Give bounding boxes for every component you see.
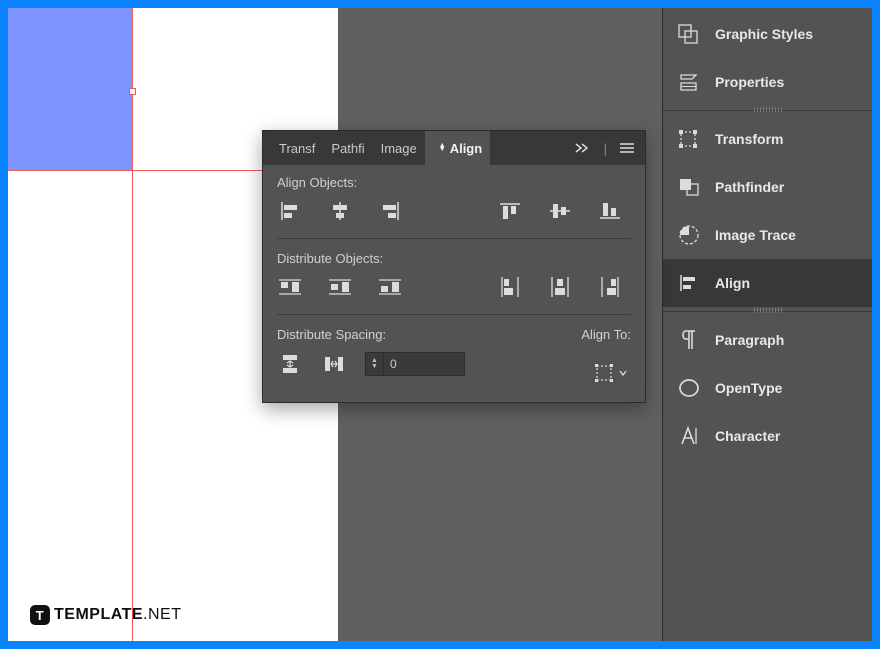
sidebar-divider xyxy=(663,311,872,312)
distribute-vcenter-button[interactable] xyxy=(327,276,353,298)
tab-label: Align xyxy=(450,141,483,156)
align-to-dropdown[interactable] xyxy=(591,362,631,384)
selection-handle[interactable] xyxy=(129,88,136,95)
divider xyxy=(277,238,631,239)
expand-panel-button[interactable] xyxy=(568,131,598,165)
tab-align[interactable]: ▲▼ Align xyxy=(425,131,490,165)
distribute-top-button[interactable] xyxy=(277,276,303,298)
tab-pathfinder[interactable]: Pathfi xyxy=(323,131,372,165)
opentype-icon xyxy=(677,376,701,400)
watermark: T TEMPLATE.NET xyxy=(30,605,181,625)
sidebar-item-graphic-styles[interactable]: Graphic Styles xyxy=(663,10,872,58)
properties-icon xyxy=(677,70,701,94)
updown-icon: ▲▼ xyxy=(439,144,446,152)
sidebar-item-pathfinder[interactable]: Pathfinder xyxy=(663,163,872,211)
sidebar-item-align[interactable]: Align xyxy=(663,259,872,307)
selected-object[interactable] xyxy=(8,8,133,170)
sidebar-label: Transform xyxy=(715,131,783,147)
character-icon xyxy=(677,424,701,448)
distribute-right-button[interactable] xyxy=(597,276,623,298)
transform-icon xyxy=(677,127,701,151)
tab-label: Transf xyxy=(279,141,315,156)
watermark-brand: TEMPLATE xyxy=(54,606,143,623)
sidebar-label: Character xyxy=(715,428,780,444)
section-label: Align Objects: xyxy=(277,175,631,190)
guide-vertical xyxy=(132,8,133,641)
align-icon xyxy=(677,271,701,295)
distribute-vspace-button[interactable] xyxy=(277,353,303,375)
sidebar-label: Pathfinder xyxy=(715,179,784,195)
align-top-button[interactable] xyxy=(497,200,523,222)
align-objects-section: Align Objects: xyxy=(263,165,645,236)
tab-image-trace[interactable]: Image xyxy=(373,131,425,165)
distribute-bottom-button[interactable] xyxy=(377,276,403,298)
watermark-badge: T xyxy=(30,605,50,625)
sidebar-item-character[interactable]: Character xyxy=(663,412,872,460)
sidebar-item-opentype[interactable]: OpenType xyxy=(663,364,872,412)
spacing-value: 0 xyxy=(384,357,403,371)
watermark-suffix: .NET xyxy=(143,606,181,623)
stepper-icon[interactable]: ▲▼ xyxy=(366,353,384,375)
align-left-button[interactable] xyxy=(277,200,303,222)
distribute-hspace-button[interactable] xyxy=(321,353,347,375)
sidebar-label: OpenType xyxy=(715,380,782,396)
distribute-hcenter-button[interactable] xyxy=(547,276,573,298)
distribute-spacing-section: Distribute Spacing: ▲▼ 0 xyxy=(277,327,507,376)
sidebar-item-image-trace[interactable]: Image Trace xyxy=(663,211,872,259)
align-vcenter-button[interactable] xyxy=(547,200,573,222)
sidebar-item-transform[interactable]: Transform xyxy=(663,115,872,163)
align-to-section: Align To: xyxy=(521,327,631,384)
section-label: Distribute Spacing: xyxy=(277,327,507,342)
panel-tabs: Transf Pathfi Image ▲▼ Align | xyxy=(263,131,645,165)
align-hcenter-button[interactable] xyxy=(327,200,353,222)
paragraph-icon xyxy=(677,328,701,352)
pathfinder-icon xyxy=(677,175,701,199)
side-panel: Graphic Styles Properties Transform xyxy=(662,8,872,641)
panel-menu-button[interactable] xyxy=(613,131,641,165)
tab-label: Image xyxy=(381,141,417,156)
align-panel: Transf Pathfi Image ▲▼ Align | Align Obj… xyxy=(262,130,646,403)
section-label: Align To: xyxy=(521,327,631,342)
sidebar-divider xyxy=(663,110,872,111)
sidebar-label: Image Trace xyxy=(715,227,796,243)
sidebar-label: Align xyxy=(715,275,750,291)
align-right-button[interactable] xyxy=(377,200,403,222)
tab-label: Pathfi xyxy=(331,141,364,156)
align-bottom-button[interactable] xyxy=(597,200,623,222)
sidebar-label: Graphic Styles xyxy=(715,26,813,42)
divider xyxy=(277,314,631,315)
graphic-styles-icon xyxy=(677,22,701,46)
sidebar-label: Properties xyxy=(715,74,784,90)
sidebar-item-paragraph[interactable]: Paragraph xyxy=(663,316,872,364)
distribute-objects-section: Distribute Objects: xyxy=(263,241,645,312)
chevron-down-icon xyxy=(619,369,627,377)
sidebar-label: Paragraph xyxy=(715,332,784,348)
sidebar-item-properties[interactable]: Properties xyxy=(663,58,872,106)
section-label: Distribute Objects: xyxy=(277,251,631,266)
image-trace-icon xyxy=(677,223,701,247)
spacing-value-field[interactable]: ▲▼ 0 xyxy=(365,352,465,376)
tab-transform[interactable]: Transf xyxy=(271,131,323,165)
distribute-left-button[interactable] xyxy=(497,276,523,298)
